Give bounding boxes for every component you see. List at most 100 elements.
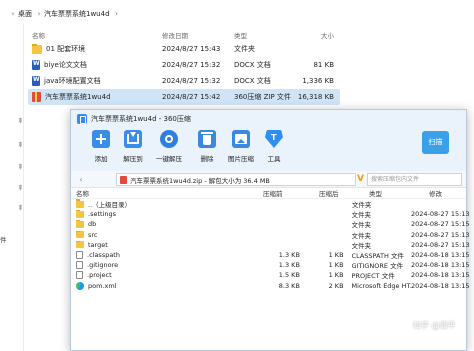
file-name-cell: 汽车票票系统1wu4d (28, 92, 162, 102)
column-name[interactable]: 名称 (71, 188, 263, 198)
docx-icon (32, 60, 40, 70)
image-compress-label: 图片压缩 (228, 155, 254, 163)
breadcrumb-desktop[interactable]: 桌面 (18, 9, 32, 19)
item-name-cell: .classpath (71, 251, 261, 260)
list-header: 名称 修改日期 类型 大小 (28, 28, 340, 41)
list-item[interactable]: ..（上级目录） 文件夹 (71, 199, 466, 209)
delete-button[interactable]: 删除 (189, 130, 225, 163)
window-title: 汽车票票系统1wu4d - 360压缩 (91, 114, 191, 123)
file-name: biye论文文档 (44, 61, 87, 69)
add-button[interactable]: 添加 (83, 130, 119, 163)
item-modified: 2024-08-18 13:15 (410, 271, 470, 280)
pin-icon[interactable]: ✎ (15, 183, 25, 193)
column-type[interactable]: 类型 (234, 30, 294, 40)
item-name: src (88, 230, 98, 239)
item-type: 文件夹 (351, 211, 372, 220)
one-click-extract-icon (160, 130, 178, 148)
breadcrumb-folder[interactable]: 汽车票票系统1wu4d (44, 9, 110, 19)
title-bar[interactable]: 汽车票票系统1wu4d - 360压缩 (71, 110, 466, 127)
list-item[interactable]: src 文件夹 2024-08-27 15:13 (71, 230, 470, 240)
v-dropdown-icon[interactable]: V (354, 173, 367, 186)
item-name-cell: .gitignore (71, 261, 261, 270)
tools-label: 工具 (267, 155, 281, 163)
nav-item[interactable]: 件 (0, 234, 7, 244)
file-name: java环境配置文档 (44, 77, 101, 85)
item-original: 1 KB (328, 261, 344, 270)
item-name-cell: .project (71, 271, 261, 280)
one-click-extract-button[interactable]: 一键解压 (151, 130, 187, 163)
add-label: 添加 (94, 155, 108, 163)
list-item[interactable]: .classpath 1.3 KB 1 KB CLASSPATH 文件 2024… (71, 250, 470, 260)
toolbar: 添加 解压到 一键解压 删除 图片压缩 工具 (71, 127, 466, 171)
item-type: 文件夹 (351, 231, 372, 240)
archive-file-list: ..（上级目录） 文件夹 .settings 文件夹 2024-08-27 15… (71, 199, 470, 291)
pin-icon[interactable]: ✎ (15, 203, 25, 213)
column-date[interactable]: 修改日期 (162, 30, 234, 40)
file-row[interactable]: 01 配套环境 2024/8/27 15:43 文件夹 (28, 41, 340, 57)
archive-path[interactable]: 汽车票票系统1wu4d.zip - 解包大小为 36.4 MB (116, 173, 356, 186)
search-input[interactable] (367, 173, 462, 186)
item-compressed: 8.3 KB (278, 281, 300, 290)
pin-icon[interactable]: ✎ (15, 140, 25, 150)
file-name-cell: java环境配置文档 (28, 76, 162, 86)
item-modified: 2024-08-18 13:15 (410, 261, 470, 270)
column-name[interactable]: 名称 (28, 30, 162, 40)
list-item[interactable]: .project 1.5 KB 1 KB PROJECT 文件 2024-08-… (71, 270, 470, 281)
item-type: PROJECT 文件 (351, 272, 395, 281)
column-original[interactable]: 压缩后 (319, 188, 369, 198)
tools-button[interactable]: 工具 (256, 130, 292, 163)
item-name: ..（上级目录） (88, 201, 132, 210)
file-icon (76, 251, 83, 260)
column-size[interactable]: 大小 (294, 30, 334, 40)
item-name: .project (87, 271, 112, 280)
path-bar: ‹ 汽车票票系统1wu4d.zip - 解包大小为 36.4 MB V (71, 171, 466, 188)
column-type[interactable]: 类型 (369, 188, 429, 198)
item-original: 1 KB (328, 271, 344, 280)
list-item[interactable]: db 文件夹 2024-08-27 15:15 (71, 219, 470, 230)
folder-icon (76, 240, 84, 249)
file-list: 名称 修改日期 类型 大小 01 配套环境 2024/8/27 15:43 文件… (28, 28, 340, 105)
back-arrow-icon[interactable]: ‹ (75, 174, 87, 185)
file-type: DOCX 文档 (234, 61, 271, 69)
list-item[interactable]: .settings 文件夹 2024-08-27 15:13 (71, 209, 470, 220)
item-name-cell: pom.xml (71, 281, 261, 290)
file-name: 汽车票票系统1wu4d (45, 93, 111, 101)
image-compress-icon (232, 130, 250, 148)
item-type: 文件夹 (351, 221, 372, 230)
item-compressed: 1.3 KB (278, 261, 300, 270)
file-size: 81 KB (313, 61, 334, 69)
file-row[interactable]: biye论文文档 2024/8/27 15:32 DOCX 文档 81 KB (28, 57, 340, 73)
folder-icon (32, 44, 42, 54)
item-name: db (88, 220, 97, 229)
extract-to-button[interactable]: 解压到 (115, 130, 151, 163)
chevron-right-icon: › (37, 9, 41, 18)
item-type: Microsoft Edge HT... (351, 281, 411, 290)
pin-icon[interactable]: ✎ (15, 116, 25, 126)
pin-icon[interactable]: ✎ (15, 162, 25, 172)
file-date: 2024/8/27 15:43 (162, 45, 221, 53)
chevron-right-icon: › (11, 9, 15, 18)
file-row[interactable]: java环境配置文档 2024/8/27 15:32 DOCX 文档 1,336… (28, 73, 340, 89)
item-original: 1 KB (328, 251, 344, 260)
list-item[interactable]: target 文件夹 2024-08-27 15:13 (71, 240, 470, 250)
list-item[interactable]: .gitignore 1.3 KB 1 KB GITIGNORE 文件 2024… (71, 260, 470, 270)
item-original: 2 KB (328, 281, 344, 290)
item-modified: 2024-08-27 15:13 (410, 230, 470, 239)
item-name-cell: src (71, 230, 261, 239)
delete-icon (198, 130, 216, 148)
address-bar[interactable]: › 桌面 › 汽车票票系统1wu4d › (0, 5, 474, 22)
file-size: 1,336 KB (302, 77, 334, 85)
item-compressed: 1.5 KB (278, 271, 300, 280)
file-icon (76, 261, 83, 270)
item-name-cell: ..（上级目录） (71, 199, 262, 209)
file-row-selected[interactable]: 汽车票票系统1wu4d 2024/8/27 15:42 360压缩 ZIP 文件… (28, 89, 340, 105)
file-icon (76, 271, 83, 280)
image-compress-button[interactable]: 图片压缩 (223, 130, 259, 163)
column-modified[interactable]: 修改 (429, 188, 465, 198)
scan-badge[interactable]: 扫描 (422, 131, 449, 154)
file-name: 01 配套环境 (46, 45, 86, 53)
list-item[interactable]: pom.xml 8.3 KB 2 KB Microsoft Edge HT...… (71, 281, 470, 291)
item-modified: 2024-08-27 15:13 (410, 240, 470, 249)
column-compressed[interactable]: 压缩前 (263, 188, 319, 198)
item-modified: 2024-08-18 13:15 (410, 251, 470, 260)
